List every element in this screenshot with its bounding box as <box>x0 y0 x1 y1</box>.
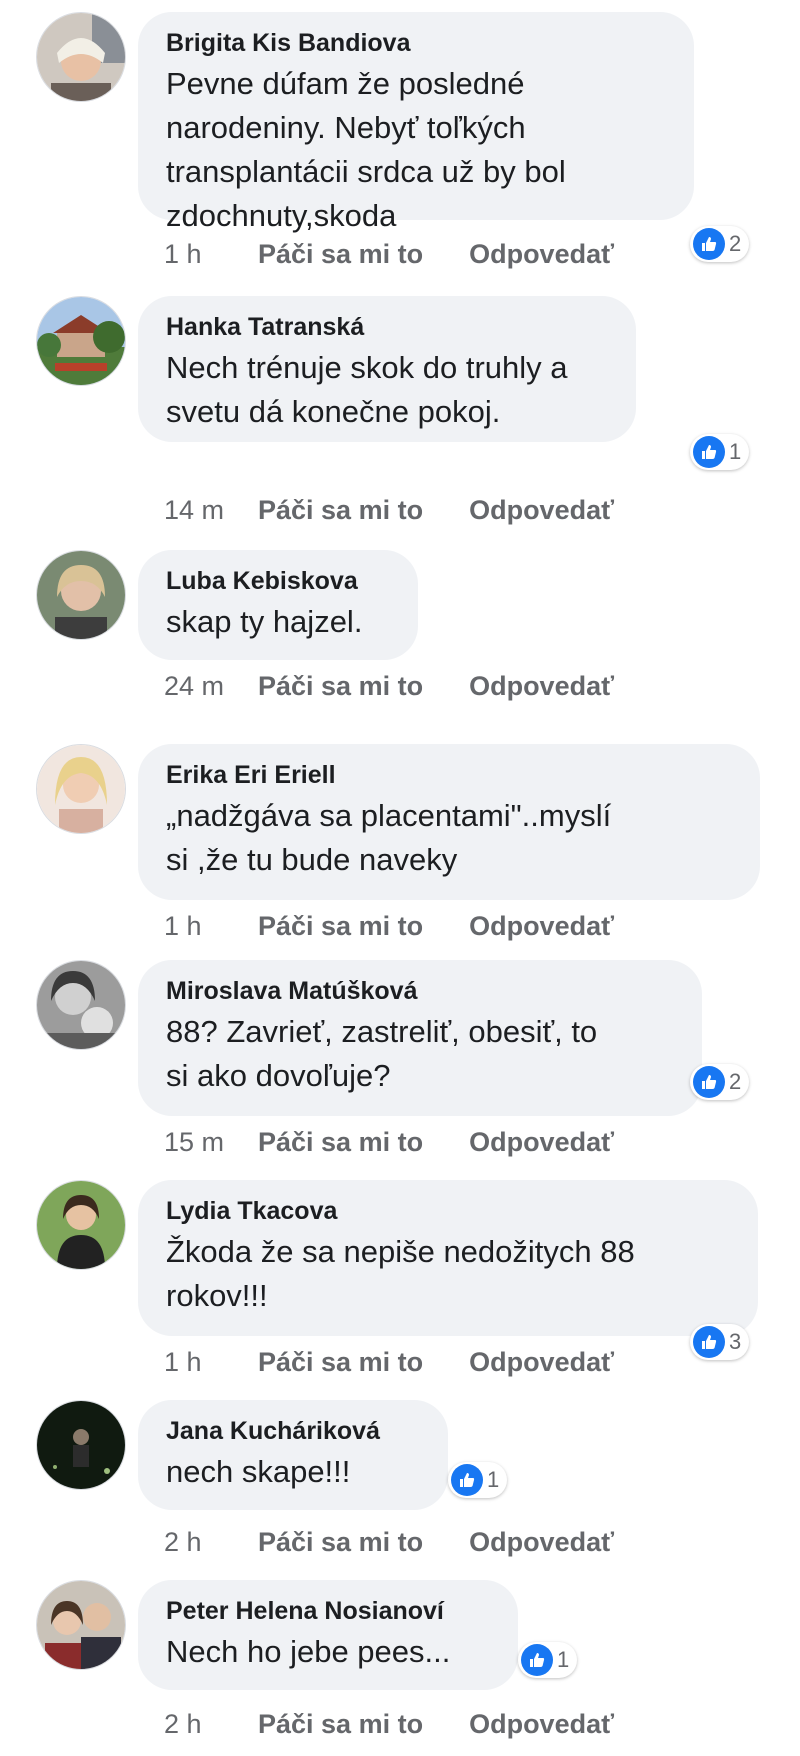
comment-bubble: Erika Eri Eriell „nadžgáva sa placentami… <box>138 744 760 900</box>
comment-actions: 14 m Páči sa mi to Odpovedať <box>164 494 614 526</box>
comment-time[interactable]: 2 h <box>164 1708 230 1740</box>
comment-bubble: Miroslava Matúšková 88? Zavrieť, zastrel… <box>138 960 702 1116</box>
reaction-count[interactable]: 2 <box>690 1064 750 1100</box>
comment-bubble: Peter Helena Nosianoví Nech ho jebe pees… <box>138 1580 518 1690</box>
reaction-count[interactable]: 1 <box>448 1462 508 1498</box>
like-button[interactable]: Páči sa mi to <box>258 911 423 941</box>
comment-actions: 2 h Páči sa mi to Odpovedať <box>164 1526 614 1558</box>
avatar[interactable] <box>36 960 126 1050</box>
comment-time[interactable]: 2 h <box>164 1526 230 1558</box>
comment-author[interactable]: Miroslava Matúšková <box>166 976 676 1006</box>
thumbs-up-icon <box>693 1326 725 1358</box>
like-button[interactable]: Páči sa mi to <box>258 1127 423 1157</box>
avatar[interactable] <box>36 1580 126 1670</box>
reaction-count[interactable]: 3 <box>690 1324 750 1360</box>
like-count: 1 <box>729 439 742 464</box>
comment-actions: 1 h Páči sa mi to Odpovedať <box>164 238 614 270</box>
comment-actions: 1 h Páči sa mi to Odpovedať <box>164 1346 614 1378</box>
avatar[interactable] <box>36 12 126 102</box>
comment-text: Pevne dúfam že posledné narodeniny. Neby… <box>166 66 566 233</box>
like-button[interactable]: Páči sa mi to <box>258 1709 423 1739</box>
avatar[interactable] <box>36 296 126 386</box>
like-button[interactable]: Páči sa mi to <box>258 495 423 525</box>
thumbs-up-icon <box>693 436 725 468</box>
comment-time[interactable]: 15 m <box>164 1126 230 1158</box>
reaction-count[interactable]: 1 <box>690 434 750 470</box>
thumbs-up-icon <box>693 228 725 260</box>
thumbs-up-icon <box>521 1644 553 1676</box>
avatar[interactable] <box>36 550 126 640</box>
comment-bubble: Jana Kucháriková nech skape!!! <box>138 1400 448 1510</box>
comment-author[interactable]: Peter Helena Nosianoví <box>166 1596 492 1626</box>
comment-author[interactable]: Lydia Tkacova <box>166 1196 732 1226</box>
like-count: 3 <box>729 1329 742 1354</box>
reply-button[interactable]: Odpovedať <box>469 1127 614 1157</box>
comment-text: nech skape!!! <box>166 1454 351 1489</box>
comment-text: „nadžgáva sa placentami"..myslí si ,že t… <box>166 798 612 877</box>
comment-bubble: Brigita Kis Bandiova Pevne dúfam že posl… <box>138 12 694 233</box>
comment-author[interactable]: Luba Kebiskova <box>166 566 392 596</box>
comment-bubble: Luba Kebiskova skap ty hajzel. <box>138 550 418 660</box>
comment-actions: 24 m Páči sa mi to Odpovedať <box>164 670 614 702</box>
comment-time[interactable]: 1 h <box>164 238 230 270</box>
comment-author[interactable]: Erika Eri Eriell <box>166 760 734 790</box>
comment-bubble: Hanka Tatranská Nech trénuje skok do tru… <box>138 296 636 442</box>
comment-text: Nech trénuje skok do truhly a svetu dá k… <box>166 350 568 429</box>
like-count: 1 <box>557 1647 570 1672</box>
like-button[interactable]: Páči sa mi to <box>258 671 423 701</box>
comment-text: skap ty hajzel. <box>166 604 363 639</box>
reply-button[interactable]: Odpovedať <box>469 1527 614 1557</box>
thumbs-up-icon <box>693 1066 725 1098</box>
comment-text: Nech ho jebe pees... <box>166 1634 451 1669</box>
comment-actions: 2 h Páči sa mi to Odpovedať <box>164 1708 614 1740</box>
comment-actions: 15 m Páči sa mi to Odpovedať <box>164 1126 614 1158</box>
comment-time[interactable]: 14 m <box>164 494 230 526</box>
comment-time[interactable]: 1 h <box>164 910 230 942</box>
reply-button[interactable]: Odpovedať <box>469 671 614 701</box>
like-count: 2 <box>729 231 742 256</box>
reply-button[interactable]: Odpovedať <box>469 495 614 525</box>
like-button[interactable]: Páči sa mi to <box>258 1347 423 1377</box>
comment-author[interactable]: Hanka Tatranská <box>166 312 610 342</box>
comment-author[interactable]: Brigita Kis Bandiova <box>166 28 668 58</box>
reaction-count[interactable]: 1 <box>518 1642 578 1678</box>
reply-button[interactable]: Odpovedať <box>469 239 614 269</box>
reply-button[interactable]: Odpovedať <box>469 911 614 941</box>
like-count: 2 <box>729 1069 742 1094</box>
reply-button[interactable]: Odpovedať <box>469 1347 614 1377</box>
like-button[interactable]: Páči sa mi to <box>258 239 423 269</box>
comment-time[interactable]: 1 h <box>164 1346 230 1378</box>
like-button[interactable]: Páči sa mi to <box>258 1527 423 1557</box>
comment-actions: 1 h Páči sa mi to Odpovedať <box>164 910 614 942</box>
thumbs-up-icon <box>451 1464 483 1496</box>
comment-text: 88? Zavrieť, zastreliť, obesiť, to si ak… <box>166 1014 598 1093</box>
comment-author[interactable]: Jana Kucháriková <box>166 1416 422 1446</box>
comment-time[interactable]: 24 m <box>164 670 230 702</box>
avatar[interactable] <box>36 744 126 834</box>
reaction-count[interactable]: 2 <box>690 226 750 262</box>
avatar[interactable] <box>36 1180 126 1270</box>
reply-button[interactable]: Odpovedať <box>469 1709 614 1739</box>
avatar[interactable] <box>36 1400 126 1490</box>
like-count: 1 <box>487 1467 500 1492</box>
comment-bubble: Lydia Tkacova Žkoda že sa nepiše nedožit… <box>138 1180 758 1336</box>
comment-text: Žkoda že sa nepiše nedožitych 88 rokov!!… <box>166 1234 635 1313</box>
